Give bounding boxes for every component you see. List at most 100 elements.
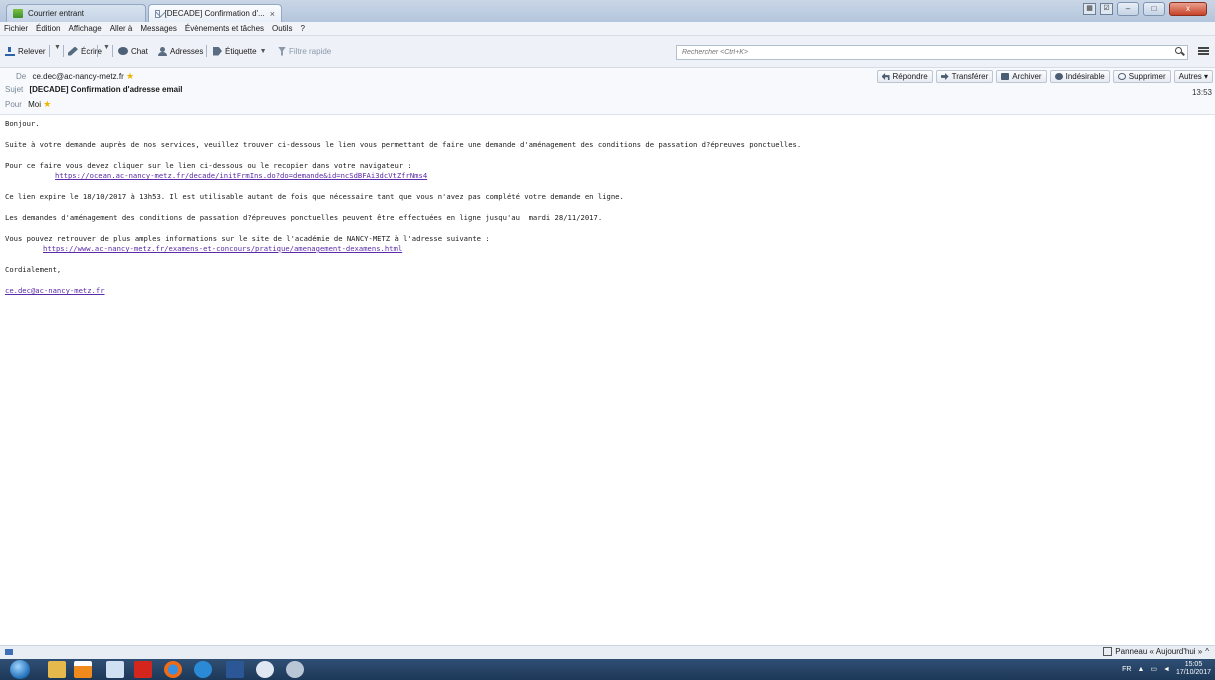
message-body: Bonjour. Suite à votre demande auprès de… — [5, 119, 1205, 307]
tab-message-label: [DECADE] Confirmation d'... — [164, 9, 265, 18]
star-icon[interactable]: ★ — [43, 99, 51, 109]
volume-icon[interactable]: ◄ — [1163, 666, 1170, 673]
address-book-label: Adresses — [170, 46, 204, 56]
to-label: Pour — [5, 100, 22, 109]
address-book-button[interactable]: Adresses — [158, 44, 203, 58]
write-label: Écrire — [81, 46, 102, 56]
message-actions: Répondre Transférer Archiver Indésirable… — [876, 70, 1213, 83]
clock[interactable]: 15:05 17/10/2017 — [1176, 661, 1211, 677]
subject-value: [DECADE] Confirmation d'adresse email — [29, 85, 183, 94]
acrobat-reader-icon[interactable] — [134, 661, 152, 678]
info-link[interactable]: https://www.ac-nancy-metz.fr/examens-et-… — [5, 244, 402, 253]
get-messages-button[interactable]: Relever — [5, 44, 46, 58]
menu-view[interactable]: Affichage — [68, 24, 101, 33]
word-icon[interactable] — [226, 661, 244, 678]
inbox-icon — [13, 9, 23, 18]
get-messages-dropdown-icon[interactable]: ▼ — [54, 44, 61, 51]
other-actions-label: Autres ▾ — [1178, 72, 1208, 81]
archive-button[interactable]: Archiver — [996, 70, 1047, 83]
app-icon[interactable] — [286, 661, 304, 678]
message-time: 13:53 — [1191, 88, 1212, 97]
clock-date: 17/10/2017 — [1175, 669, 1211, 676]
menu-help[interactable]: ? — [300, 24, 304, 33]
to-row: Pour Moi ★ — [5, 99, 51, 110]
forward-button[interactable]: Transférer — [935, 70, 994, 83]
maximize-button[interactable]: □ — [1143, 2, 1165, 16]
chat-bubble-icon — [118, 47, 128, 55]
signature: ce.dec@ac-nancy-metz.fr — [5, 286, 1205, 296]
tray-chevron-up-icon[interactable]: ▲ — [1137, 666, 1144, 673]
internet-explorer-icon[interactable] — [194, 661, 212, 678]
message-header: De ce.dec@ac-nancy-metz.fr ★ Sujet [DECA… — [0, 68, 1215, 115]
chat-button[interactable]: Chat — [118, 44, 148, 58]
taskbar: FR ▲ ▭ ◄ 15:05 17/10/2017 — [0, 659, 1215, 680]
menu-messages[interactable]: Messages — [140, 24, 176, 33]
delete-icon — [1117, 73, 1126, 80]
tab-close-icon[interactable]: × — [270, 9, 275, 19]
tab-message[interactable]: [DECADE] Confirmation d'... × — [148, 4, 282, 22]
forward-icon — [940, 73, 949, 80]
tasks-icon[interactable]: ☑ — [1100, 3, 1113, 15]
today-pane-icon[interactable]: ▦ — [1083, 3, 1096, 15]
firefox-icon[interactable] — [164, 661, 182, 678]
chat-label: Chat — [131, 46, 148, 56]
filter-icon — [278, 46, 286, 56]
menu-events[interactable]: Évènements et tâches — [185, 24, 264, 33]
hamburger-menu-icon[interactable] — [1198, 47, 1209, 55]
search-input[interactable] — [676, 45, 1188, 60]
archive-icon — [1001, 73, 1010, 80]
reply-button[interactable]: Répondre — [876, 70, 933, 83]
subject-row: Sujet [DECADE] Confirmation d'adresse em… — [5, 85, 183, 94]
form-link[interactable]: https://ocean.ac-nancy-metz.fr/decade/in… — [5, 171, 427, 180]
menu-go[interactable]: Aller à — [110, 24, 133, 33]
delete-button[interactable]: Supprimer — [1112, 70, 1171, 83]
tag-label: Étiquette — [225, 46, 257, 56]
main-toolbar: Relever ▼ Écrire ▼ Chat Adresses Étiquet… — [0, 36, 1215, 68]
status-bar: Panneau « Aujourd'hui » ^ — [0, 645, 1215, 659]
windows-explorer-icon[interactable] — [48, 661, 66, 678]
paragraph-text: Pour ce faire vous devez cliquer sur le … — [5, 161, 412, 170]
paragraph: Pour ce faire vous devez cliquer sur le … — [5, 161, 1205, 181]
greeting: Bonjour. — [5, 119, 40, 128]
chevron-up-icon: ^ — [1205, 647, 1209, 656]
write-dropdown-icon[interactable]: ▼ — [103, 44, 110, 51]
reply-label: Répondre — [892, 72, 928, 81]
to-value[interactable]: Moi — [28, 100, 41, 109]
search-icon[interactable] — [1175, 47, 1182, 54]
close-button[interactable]: x — [1169, 2, 1207, 16]
tab-inbox[interactable]: Courrier entrant — [6, 4, 146, 22]
vlc-icon[interactable] — [74, 661, 92, 678]
paragraph: Les demandes d'aménagement des condition… — [5, 213, 603, 222]
tag-button[interactable]: Étiquette ▼ — [213, 44, 267, 58]
subject-label: Sujet — [5, 85, 24, 94]
quick-filter-label: Filtre rapide — [289, 46, 332, 56]
from-row: De ce.dec@ac-nancy-metz.fr ★ — [16, 71, 134, 82]
signature-link[interactable]: ce.dec@ac-nancy-metz.fr — [5, 286, 105, 295]
clock-time: 15:05 — [1184, 661, 1203, 668]
notepad-icon[interactable] — [106, 661, 124, 678]
junk-button[interactable]: Indésirable — [1049, 70, 1110, 83]
calendar-icon — [1103, 647, 1113, 656]
minimize-button[interactable]: – — [1117, 2, 1139, 16]
quick-filter-button[interactable]: Filtre rapide — [278, 44, 331, 58]
star-icon[interactable]: ★ — [126, 71, 134, 81]
menu-bar: Fichier Édition Affichage Aller à Messag… — [0, 22, 1215, 36]
from-label: De — [16, 72, 27, 81]
network-icon[interactable]: ▭ — [1150, 665, 1157, 673]
connection-status-icon[interactable] — [5, 649, 13, 655]
from-value[interactable]: ce.dec@ac-nancy-metz.fr — [32, 72, 123, 81]
other-actions-button[interactable]: Autres ▾ — [1173, 70, 1213, 83]
windows-start-button[interactable] — [10, 660, 30, 679]
paragraph: Ce lien expire le 18/10/2017 à 13h53. Il… — [5, 192, 624, 201]
menu-file[interactable]: Fichier — [4, 24, 28, 33]
tag-icon — [213, 46, 222, 56]
menu-edit[interactable]: Édition — [36, 24, 60, 33]
today-pane-toggle[interactable]: Panneau « Aujourd'hui » ^ — [1103, 647, 1209, 656]
language-indicator[interactable]: FR — [1122, 666, 1131, 673]
tag-dropdown-icon: ▼ — [259, 47, 267, 55]
tab-inbox-label: Courrier entrant — [28, 9, 85, 18]
thunderbird-icon[interactable] — [256, 661, 274, 678]
separator — [112, 45, 113, 57]
menu-tools[interactable]: Outils — [272, 24, 292, 33]
window-controls: ▦ ☑ – □ x — [1083, 2, 1207, 16]
